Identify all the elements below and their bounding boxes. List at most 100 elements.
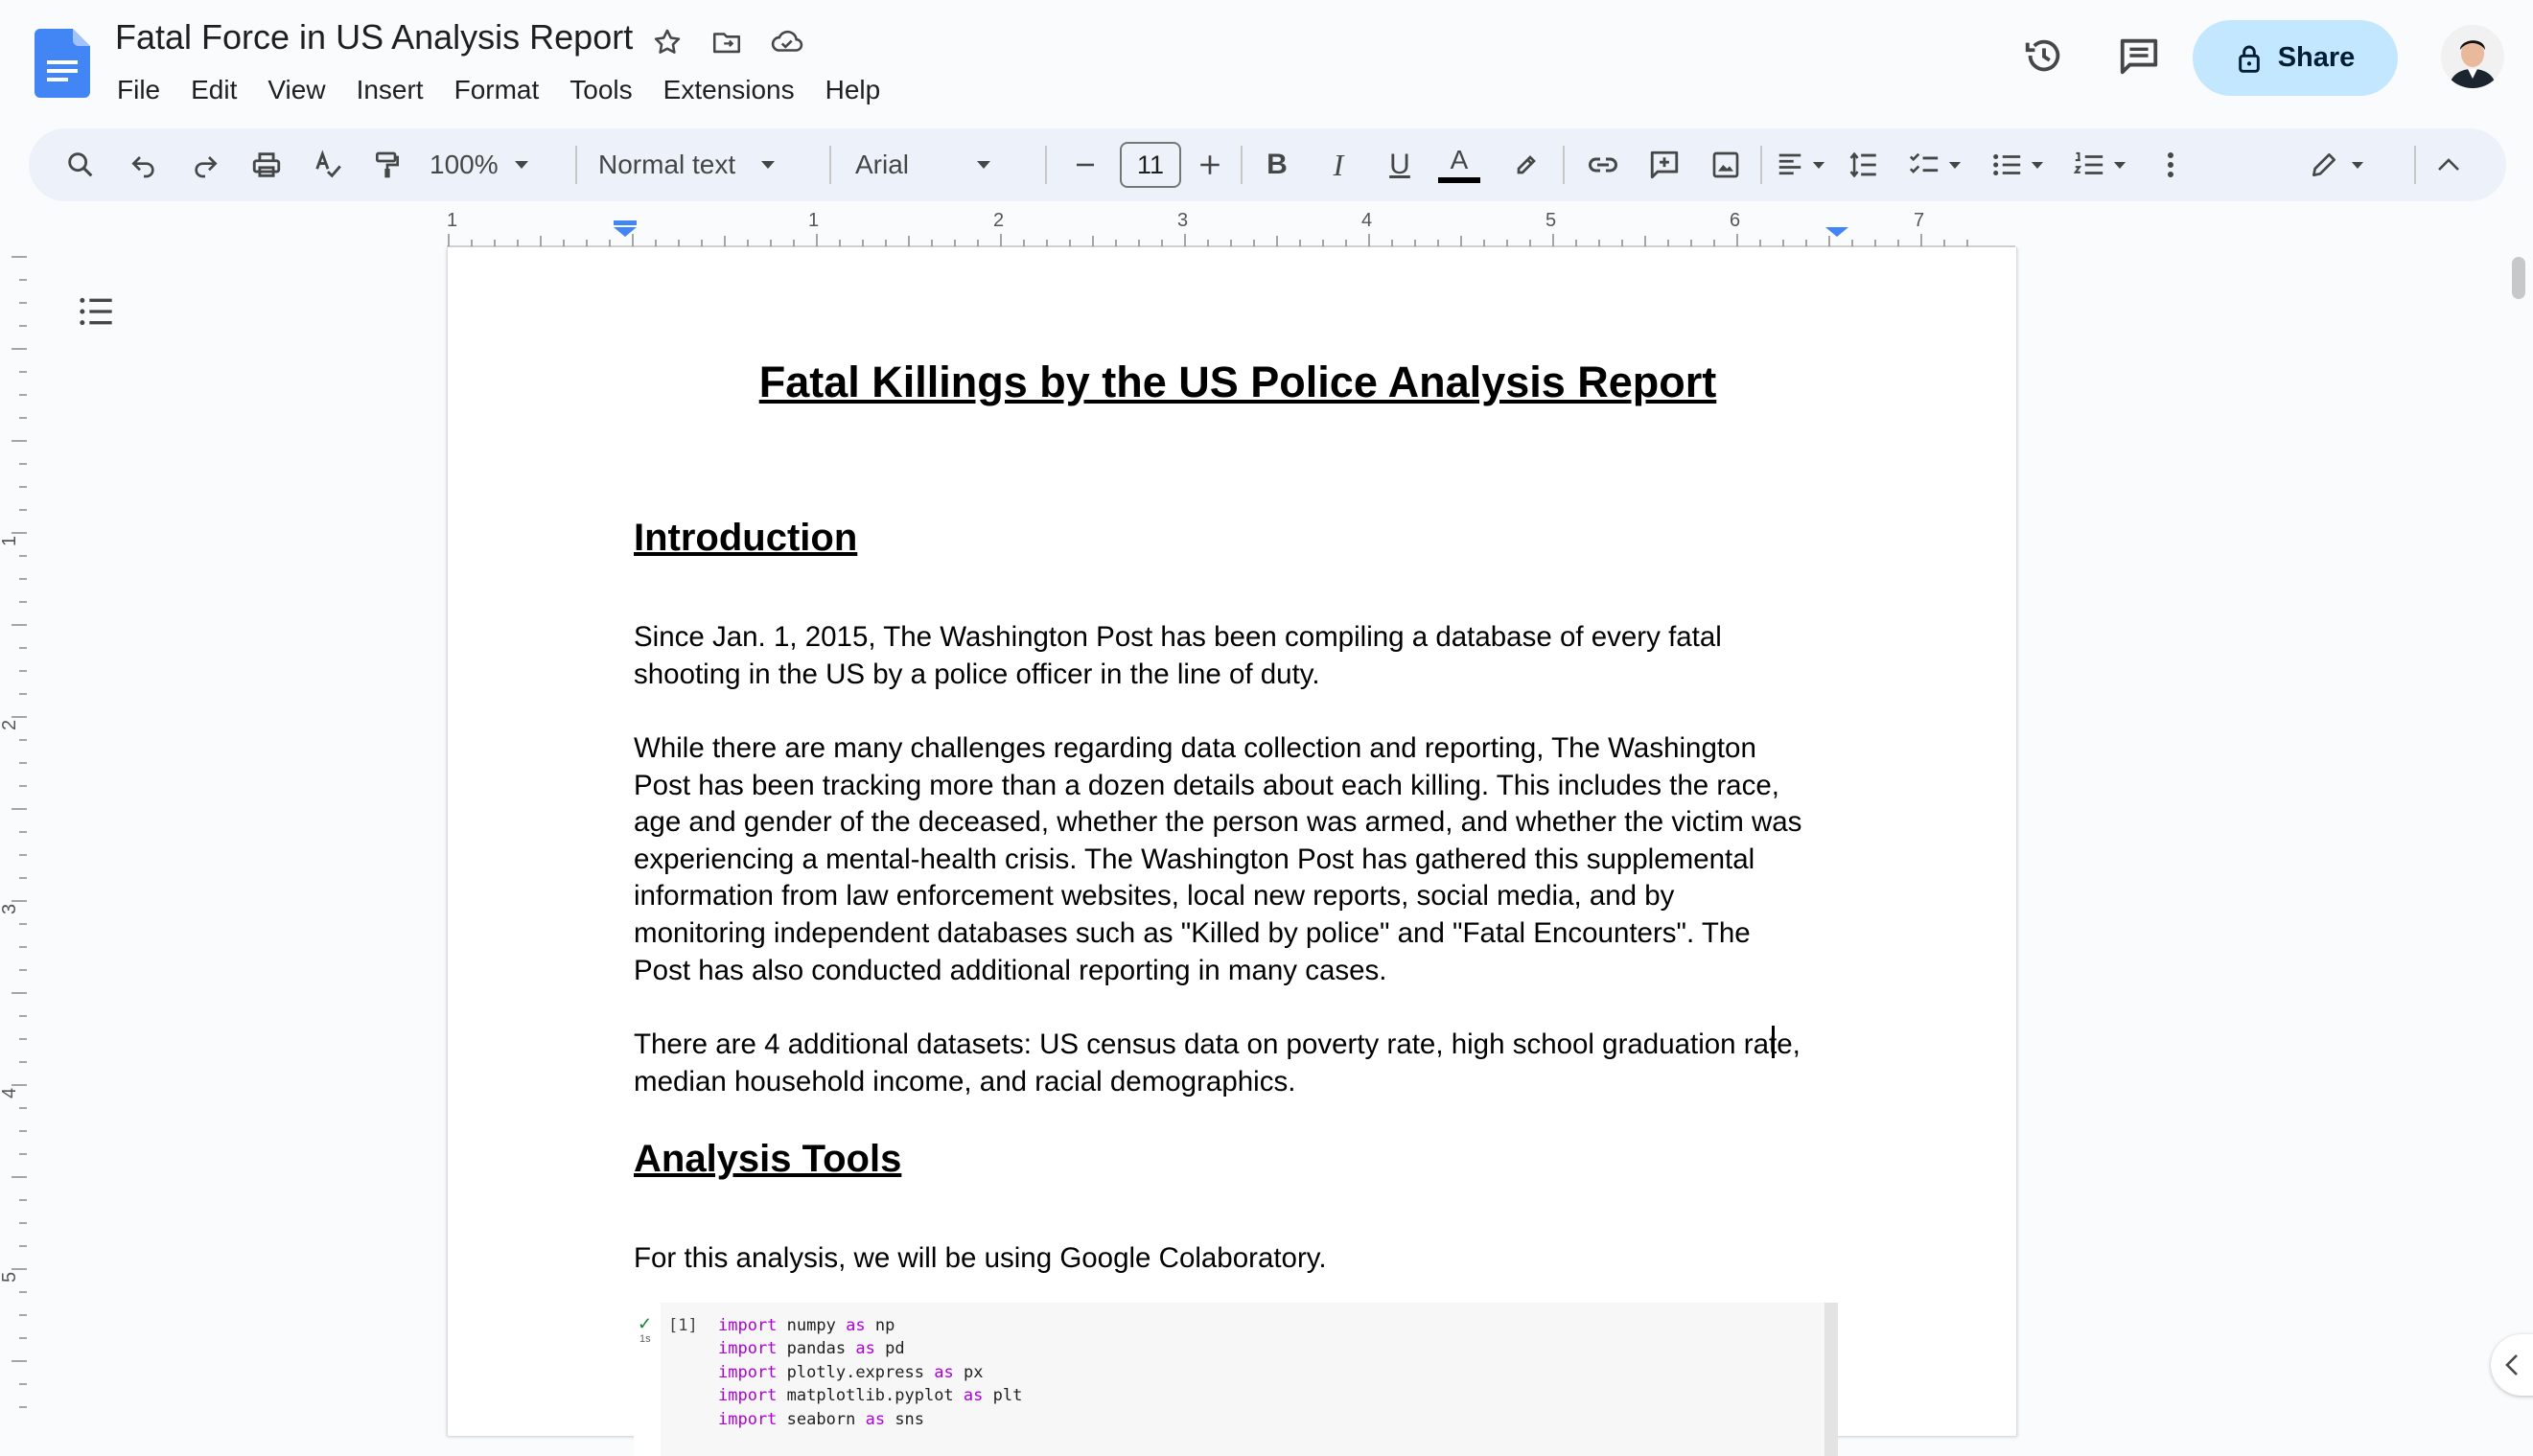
menu-bar: File Edit View Insert Format Tools Exten… bbox=[102, 71, 895, 109]
style-value: Normal text bbox=[598, 150, 736, 179]
docs-header: Fatal Force in US Analysis Report File E… bbox=[0, 0, 2533, 113]
vertical-ruler: 1 2 3 4 5 bbox=[0, 256, 27, 1408]
avatar[interactable] bbox=[2441, 25, 2504, 88]
text-line: age and gender of the deceased, whether … bbox=[634, 806, 1802, 839]
paint-format-icon[interactable] bbox=[366, 128, 408, 201]
chevron-down-icon bbox=[1812, 161, 1825, 169]
section-heading-introduction: Introduction bbox=[634, 517, 858, 559]
menu-edit[interactable]: Edit bbox=[175, 71, 252, 109]
ruler-mark: 1 bbox=[447, 213, 457, 231]
bullet-list-icon[interactable] bbox=[1981, 128, 2054, 201]
move-folder-icon[interactable] bbox=[708, 23, 746, 61]
check-icon: ✓ bbox=[638, 1314, 653, 1333]
text-line: Since Jan. 1, 2015, The Washington Post … bbox=[634, 621, 1722, 653]
horizontal-ruler[interactable]: 1 1 2 3 4 5 6 7 bbox=[447, 213, 2015, 247]
run-time: 1s bbox=[639, 1333, 651, 1345]
chevron-down-icon bbox=[977, 161, 991, 169]
redo-icon[interactable] bbox=[184, 128, 226, 201]
tools-paragraph: For this analysis, we will be using Goog… bbox=[634, 1240, 1832, 1278]
edit-mode-icon[interactable] bbox=[2295, 128, 2378, 201]
ruler-mark: 5 bbox=[1545, 213, 1556, 231]
chevron-down-icon bbox=[2113, 161, 2126, 169]
font-value: Arial bbox=[855, 150, 910, 179]
chevron-down-icon bbox=[761, 161, 776, 169]
italic-button[interactable]: I bbox=[1313, 128, 1363, 201]
link-icon[interactable] bbox=[1580, 128, 1626, 201]
text-line: shooting in the US by a police officer i… bbox=[634, 658, 1320, 690]
text-line: median household income, and racial demo… bbox=[634, 1065, 1296, 1098]
underline-button[interactable]: U bbox=[1375, 128, 1425, 201]
highlight-icon[interactable] bbox=[1505, 128, 1547, 201]
chevron-down-icon bbox=[514, 161, 528, 169]
code-block: import numpy as np import pandas as pd imp… bbox=[718, 1314, 1022, 1431]
share-label: Share bbox=[2277, 42, 2356, 73]
document-heading: Fatal Killings by the US Police Analysis… bbox=[758, 358, 1717, 406]
share-button[interactable]: Share bbox=[2193, 20, 2398, 96]
text-line: monitoring independent databases such as… bbox=[634, 916, 1751, 949]
section-heading-analysis-tools: Analysis Tools bbox=[634, 1138, 902, 1180]
align-icon[interactable] bbox=[1766, 128, 1835, 201]
menu-extensions[interactable]: Extensions bbox=[648, 71, 810, 109]
add-comment-icon[interactable] bbox=[1641, 128, 1687, 201]
comment-icon[interactable] bbox=[2112, 29, 2166, 82]
ruler-mark: 4 bbox=[1361, 213, 1372, 231]
code-line: import plotly.express as px bbox=[718, 1362, 984, 1382]
vruler-mark: 3 bbox=[0, 904, 20, 914]
search-icon[interactable] bbox=[59, 128, 102, 201]
spellcheck-icon[interactable] bbox=[307, 128, 349, 201]
ruler-mark: 6 bbox=[1730, 213, 1740, 231]
text-color-button[interactable]: A bbox=[1434, 128, 1484, 201]
code-line: import pandas as pd bbox=[718, 1339, 905, 1359]
menu-file[interactable]: File bbox=[102, 71, 175, 109]
chevron-down-icon bbox=[1948, 161, 1962, 169]
zoom-select[interactable]: 100% bbox=[430, 128, 554, 201]
numbered-list-icon[interactable] bbox=[2063, 128, 2136, 201]
ruler-mark: 2 bbox=[993, 213, 1004, 231]
decrease-font-size-button[interactable] bbox=[1064, 128, 1106, 201]
document-page[interactable]: Fatal Killings by the US Police Analysis… bbox=[447, 247, 2017, 1456]
code-line: import numpy as np bbox=[718, 1316, 895, 1335]
checklist-icon[interactable] bbox=[1898, 128, 1971, 201]
text-line: experiencing a mental-health crisis. The… bbox=[634, 843, 1755, 875]
history-icon[interactable] bbox=[2017, 29, 2071, 82]
text-line: While there are many challenges regardin… bbox=[634, 732, 1756, 764]
image-icon[interactable] bbox=[1703, 128, 1749, 201]
outline-icon[interactable] bbox=[77, 292, 115, 331]
chevron-down-icon bbox=[2031, 161, 2044, 169]
increase-font-size-button[interactable] bbox=[1189, 128, 1231, 201]
style-select[interactable]: Normal text bbox=[598, 128, 828, 201]
code-cell-image[interactable]: ✓ 1s [1] import numpy as np import pandas… bbox=[634, 1303, 1838, 1456]
docs-logo[interactable] bbox=[35, 29, 90, 98]
menu-view[interactable]: View bbox=[252, 71, 340, 109]
scrollbar[interactable] bbox=[2512, 257, 2525, 299]
font-select[interactable]: Arial bbox=[855, 128, 1037, 201]
intro-paragraph-2: While there are many challenges regardin… bbox=[634, 730, 1832, 989]
font-size-input[interactable]: 11 bbox=[1120, 142, 1181, 188]
cell-prompt: [1] bbox=[668, 1316, 698, 1335]
print-icon[interactable] bbox=[245, 128, 288, 201]
chevron-down-icon bbox=[2351, 161, 2364, 169]
intro-paragraph-3: There are 4 additional datasets: US cens… bbox=[634, 1027, 1832, 1100]
bold-button[interactable]: B bbox=[1252, 128, 1302, 201]
more-icon[interactable] bbox=[2151, 128, 2190, 201]
text-line: For this analysis, we will be using Goog… bbox=[634, 1242, 1327, 1274]
undo-icon[interactable] bbox=[123, 128, 165, 201]
vruler-mark: 4 bbox=[0, 1088, 20, 1098]
text-line: There are 4 additional datasets: US cens… bbox=[634, 1028, 1801, 1060]
line-spacing-icon[interactable] bbox=[1839, 128, 1889, 201]
star-icon[interactable] bbox=[648, 23, 686, 61]
formatting-toolbar: 100% Normal text Arial 11 B I U A bbox=[29, 128, 2506, 201]
side-panel-toggle[interactable] bbox=[2491, 1334, 2533, 1396]
ruler-mark: 1 bbox=[808, 213, 819, 231]
cloud-saved-icon[interactable] bbox=[767, 23, 805, 61]
vruler-mark: 2 bbox=[0, 720, 20, 730]
menu-insert[interactable]: Insert bbox=[341, 71, 439, 109]
ruler-mark: 7 bbox=[1914, 213, 1924, 231]
menu-help[interactable]: Help bbox=[810, 71, 896, 109]
collapse-icon[interactable] bbox=[2426, 128, 2472, 201]
vruler-mark: 5 bbox=[0, 1272, 20, 1283]
menu-format[interactable]: Format bbox=[439, 71, 555, 109]
ruler-mark: 3 bbox=[1177, 213, 1188, 231]
document-title[interactable]: Fatal Force in US Analysis Report bbox=[115, 17, 633, 58]
menu-tools[interactable]: Tools bbox=[554, 71, 647, 109]
